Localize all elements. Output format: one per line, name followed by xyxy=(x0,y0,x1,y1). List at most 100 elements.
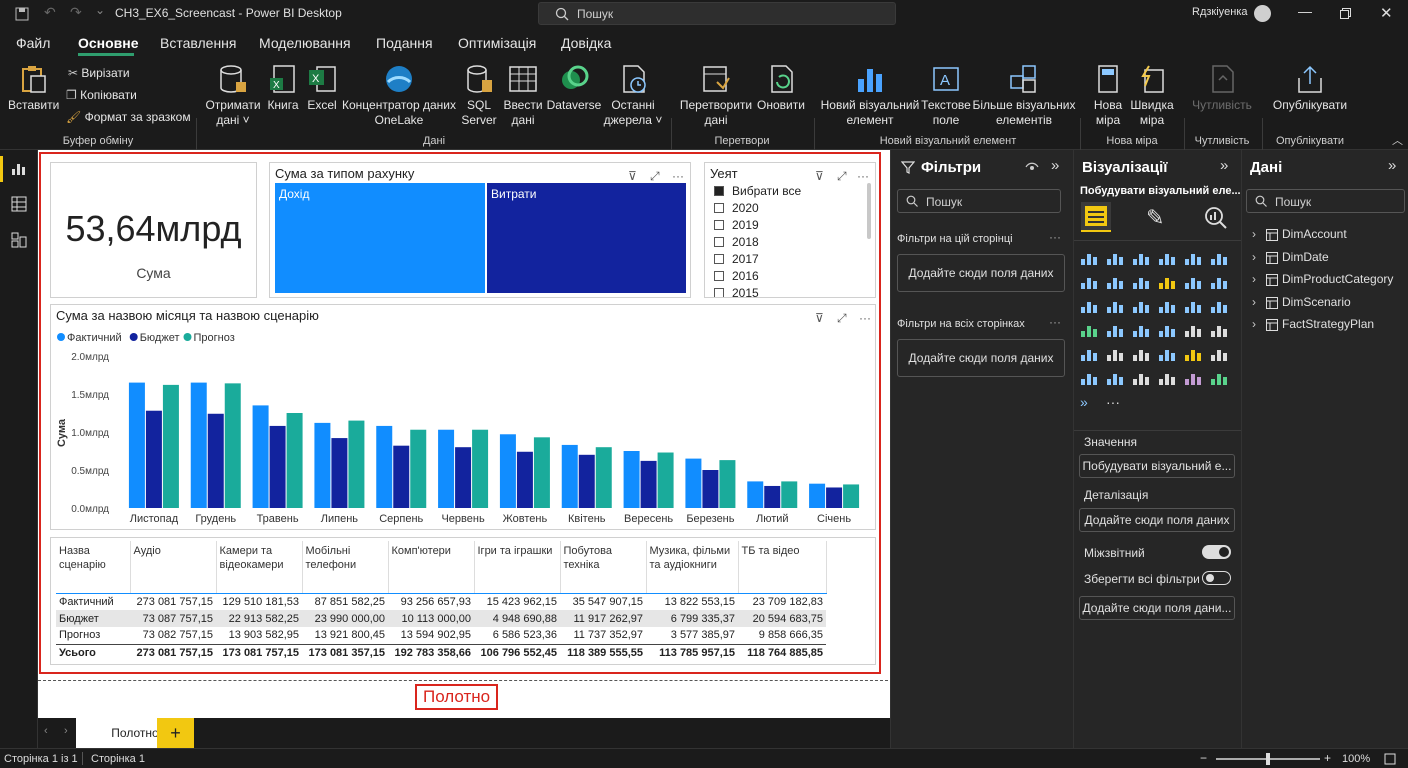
more-visuals-button[interactable]: Більше візуальних елементів xyxy=(972,64,1076,128)
funnel-visual-icon[interactable] xyxy=(1106,298,1124,314)
menu-insert[interactable]: Вставлення xyxy=(160,35,237,51)
matrix-column-header[interactable]: Побутова техніка xyxy=(560,541,647,594)
data-table-item[interactable]: › FactStrategyPlan xyxy=(1242,316,1408,339)
more-options-icon[interactable]: ··· xyxy=(1049,315,1061,329)
treemap-visual-icon[interactable] xyxy=(1210,298,1228,314)
recent-sources-button[interactable]: Останні джерела ˅ xyxy=(602,64,664,128)
stacked-column-visual-icon[interactable] xyxy=(1106,250,1124,266)
data-table-item[interactable]: › DimProductCategory xyxy=(1242,271,1408,294)
add-page-button[interactable]: + xyxy=(157,718,194,748)
map-visual-icon[interactable] xyxy=(1080,322,1098,338)
table-visual-icon[interactable] xyxy=(1132,346,1150,362)
dataverse-button[interactable]: Dataverse xyxy=(546,64,602,113)
redo-icon[interactable]: ↷ xyxy=(70,4,82,21)
scatter-visual-icon[interactable] xyxy=(1132,298,1150,314)
data-search-input[interactable]: Пошук xyxy=(1246,189,1405,213)
format-painter-button[interactable]: 🖌 Формат за зразком xyxy=(66,110,191,124)
chevron-right-icon[interactable]: › xyxy=(1252,227,1256,241)
menu-view[interactable]: Подання xyxy=(376,35,433,51)
more-visuals-icon[interactable]: » xyxy=(1080,394,1088,410)
collapse-filters-icon[interactable]: » xyxy=(1051,157,1059,174)
close-icon[interactable]: ✕ xyxy=(1380,4,1393,22)
donut-visual-icon[interactable] xyxy=(1184,298,1202,314)
narrative-visual-icon[interactable] xyxy=(1132,370,1150,386)
card-visual-icon[interactable] xyxy=(1184,322,1202,338)
matrix-column-header[interactable]: Камери та відеокамери xyxy=(216,541,303,594)
gauge-visual-icon[interactable] xyxy=(1158,322,1176,338)
matrix-column-header[interactable]: Назва сценарію xyxy=(56,541,131,594)
area-visual-icon[interactable] xyxy=(1106,274,1124,290)
save-icon[interactable] xyxy=(14,6,30,22)
r-visual-visual-icon[interactable] xyxy=(1158,346,1176,362)
pie-visual-icon[interactable] xyxy=(1158,298,1176,314)
line-clustered-visual-icon[interactable] xyxy=(1184,274,1202,290)
table-view-icon[interactable] xyxy=(11,196,27,212)
values-well[interactable]: Побудувати візуальний е... xyxy=(1079,454,1235,478)
collapse-data-icon[interactable]: » xyxy=(1388,157,1396,174)
chevron-right-icon[interactable]: › xyxy=(1252,317,1256,331)
treemap-visual[interactable]: Сума за типом рахунку ⊽ ⤢ ··· Дохід Витр… xyxy=(269,162,691,298)
this-page-drop-zone[interactable]: Додайте сюди поля даних xyxy=(897,254,1065,292)
paginated-visual-icon[interactable] xyxy=(1158,370,1176,386)
format-visual-icon[interactable]: ✎ xyxy=(1146,205,1164,231)
minimize-icon[interactable]: — xyxy=(1298,3,1312,19)
slicer-checkbox[interactable] xyxy=(714,288,724,297)
build-visual-tab[interactable] xyxy=(1081,202,1111,232)
publish-button[interactable]: Опублікувати xyxy=(1268,64,1352,113)
clustered-bar-visual-icon[interactable] xyxy=(1132,250,1150,266)
slicer-checkbox[interactable] xyxy=(714,186,724,196)
filled-map-visual-icon[interactable] xyxy=(1106,322,1124,338)
excel-button[interactable]: X Excel xyxy=(304,64,340,113)
power-automate-visual-icon[interactable] xyxy=(1210,370,1228,386)
chevron-right-icon[interactable]: › xyxy=(1252,295,1256,309)
scroll-right-icon[interactable]: › xyxy=(64,725,68,737)
model-view-icon[interactable] xyxy=(11,232,27,248)
zoom-thumb[interactable] xyxy=(1266,753,1270,765)
treemap-cell-income[interactable]: Дохід xyxy=(275,183,485,293)
filter-icon[interactable]: ⊽ xyxy=(628,169,637,183)
new-visual-button[interactable]: Новий візуальний елемент xyxy=(818,64,922,128)
get-data-button[interactable]: Отримати дані ˅ xyxy=(202,64,264,128)
workbook-button[interactable]: X Книга xyxy=(264,64,302,113)
matrix-column-header[interactable]: Комп'ютери xyxy=(388,541,475,594)
stacked-area-visual-icon[interactable] xyxy=(1132,274,1150,290)
python-visual-visual-icon[interactable] xyxy=(1184,346,1202,362)
waterfall-visual-icon[interactable] xyxy=(1080,298,1098,314)
qa-visual-icon[interactable] xyxy=(1106,370,1124,386)
menu-help[interactable]: Довідка xyxy=(561,35,611,51)
menu-optimize[interactable]: Оптимізація xyxy=(458,35,536,51)
text-box-button[interactable]: A Текстове поле xyxy=(920,64,972,128)
cross-report-toggle[interactable] xyxy=(1202,545,1231,559)
100-column-visual-icon[interactable] xyxy=(1210,250,1228,266)
matrix-visual-icon[interactable] xyxy=(1210,346,1228,362)
menu-file[interactable]: Файл xyxy=(16,35,50,51)
sql-server-button[interactable]: SQL Server xyxy=(460,64,498,128)
extra-drop-well[interactable]: Додайте сюди поля дани... xyxy=(1079,596,1235,620)
key-influencers-visual-icon[interactable] xyxy=(1080,370,1098,386)
kpi-card[interactable]: 53,64млрд Сума xyxy=(50,162,257,298)
chevron-right-icon[interactable]: › xyxy=(1252,272,1256,286)
column-chart-visual[interactable]: Сума за назвою місяця та назвою сценарію… xyxy=(50,304,876,530)
collapse-viz-icon[interactable]: » xyxy=(1220,157,1228,174)
slicer-item[interactable]: 2015 xyxy=(714,285,864,297)
slicer-visual-icon[interactable] xyxy=(1106,346,1124,362)
more-options-icon[interactable]: ··· xyxy=(672,169,684,183)
avatar[interactable] xyxy=(1254,5,1271,22)
slicer-item[interactable]: 2016 xyxy=(714,268,864,285)
multi-card-visual-icon[interactable] xyxy=(1210,322,1228,338)
menu-modeling[interactable]: Моделювання xyxy=(259,35,351,51)
cut-button[interactable]: ✂ Вирізати xyxy=(68,66,130,80)
ribbon-visual-icon[interactable] xyxy=(1210,274,1228,290)
slicer-checkbox[interactable] xyxy=(714,203,724,213)
clustered-column-visual-icon[interactable] xyxy=(1158,250,1176,266)
slicer-scrollbar[interactable] xyxy=(867,183,871,239)
power-apps-visual-icon[interactable] xyxy=(1184,370,1202,386)
keep-filters-toggle[interactable] xyxy=(1202,571,1231,585)
kpi-visual-icon[interactable] xyxy=(1080,346,1098,362)
collapse-ribbon-icon[interactable]: ︿ xyxy=(1392,132,1403,148)
filters-search-input[interactable]: Пошук xyxy=(897,189,1061,213)
analytics-icon[interactable] xyxy=(1204,206,1228,230)
enter-data-button[interactable]: Ввести дані xyxy=(500,64,546,128)
focus-mode-icon[interactable]: ⤢ xyxy=(650,169,660,184)
get-more-visuals-icon[interactable]: ··· xyxy=(1106,394,1120,410)
